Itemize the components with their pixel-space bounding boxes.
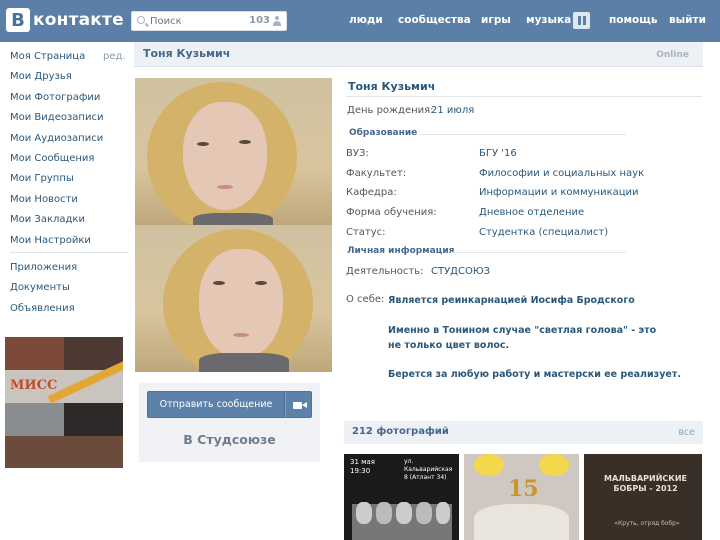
- study-form-value[interactable]: Дневное отделение: [479, 207, 584, 218]
- photo-frame-bottom: [135, 225, 332, 372]
- nav-games[interactable]: игры: [481, 14, 511, 26]
- ad-text: МИСС: [10, 378, 58, 393]
- video-call-button[interactable]: [285, 391, 312, 418]
- photo-thumb[interactable]: 15: [464, 454, 579, 540]
- about-line: Берется за любую работу и мастерски ее р…: [388, 369, 681, 380]
- about-line: Именно в Тонином случае "светлая голова"…: [388, 325, 657, 351]
- faculty-value[interactable]: Философии и социальных наук: [479, 168, 644, 179]
- photo-thumb[interactable]: МАЛЬВАРИЙСКИЕ БОБРЫ - 2012 «Круть, отряд…: [584, 454, 702, 540]
- vk-logo-text: контакте: [33, 10, 124, 30]
- menu-news[interactable]: Мои Новости: [10, 194, 78, 205]
- profile-photo[interactable]: [135, 78, 332, 372]
- personal-info-heading: Личная информация: [347, 246, 455, 256]
- divider: [452, 252, 626, 253]
- photo-frame-top: [135, 78, 332, 225]
- department-label: Кафедра:: [346, 187, 397, 198]
- profile-full-name: Тоня Кузьмич: [348, 80, 436, 93]
- menu-settings[interactable]: Мои Настройки: [10, 235, 91, 246]
- university-value[interactable]: БГУ '16: [479, 148, 517, 159]
- photos-all-link[interactable]: все: [678, 427, 695, 438]
- thumb-caption: «Круть, отряд бобр»: [614, 520, 680, 527]
- thumb-caption: 31 мая 19:30: [350, 458, 375, 475]
- nav-help[interactable]: помощь: [609, 14, 658, 26]
- top-bar: В контакте 103 люди сообщества игры музы…: [0, 0, 720, 42]
- vk-logo-icon: В: [6, 8, 30, 32]
- photo-thumb[interactable]: 31 мая 19:30 ул. Кальварийская 8 (Атлант…: [344, 454, 459, 540]
- photos-header[interactable]: 212 фотографий все: [344, 421, 703, 444]
- education-heading: Образование: [349, 128, 418, 138]
- faculty-label: Факультет:: [346, 168, 407, 179]
- search-box[interactable]: 103: [131, 11, 287, 31]
- menu-apps[interactable]: Приложения: [10, 262, 77, 273]
- menu-friends[interactable]: Мои Друзья: [10, 71, 72, 82]
- people-icon: [273, 16, 281, 26]
- nav-logout[interactable]: выйти: [669, 14, 706, 26]
- menu-divider: [10, 252, 128, 253]
- divider: [420, 134, 626, 135]
- menu-audio[interactable]: Мои Аудиозаписи: [10, 133, 103, 144]
- pause-icon[interactable]: [573, 12, 590, 29]
- camera-icon: [293, 402, 302, 409]
- search-input[interactable]: [150, 14, 240, 28]
- vk-logo[interactable]: В контакте: [6, 8, 124, 32]
- menu-messages[interactable]: Мои Сообщения: [10, 153, 94, 164]
- study-form-label: Форма обучения:: [346, 207, 437, 218]
- thumb-caption: ул. Кальварийская 8 (Атлант 34): [404, 458, 453, 481]
- divider: [346, 96, 702, 97]
- header-name: Тоня Кузьмич: [143, 47, 231, 60]
- about-line: Является реинкарнацией Иосифа Бродского: [388, 295, 635, 306]
- university-label: ВУЗ:: [346, 148, 369, 159]
- online-status: Online: [656, 50, 689, 60]
- birthday-label: День рождения:: [347, 105, 434, 116]
- menu-ads[interactable]: Объявления: [10, 303, 75, 314]
- about-label: О себе:: [346, 294, 385, 305]
- birthday-value[interactable]: 21 июля: [431, 105, 474, 116]
- thumb-caption: МАЛЬВАРИЙСКИЕ БОБРЫ - 2012: [603, 474, 687, 493]
- menu-photos[interactable]: Мои Фотографии: [10, 92, 100, 103]
- thumb-caption: 15: [508, 476, 539, 502]
- send-message-box: Отправить сообщение В Студсоюзе: [139, 383, 320, 462]
- search-icon: [137, 16, 145, 24]
- menu-my-page[interactable]: Моя Страница: [10, 51, 85, 62]
- profile-header: Тоня Кузьмич Online: [134, 42, 703, 67]
- activity-label: Деятельность:: [346, 266, 424, 277]
- ad-banner[interactable]: МИСС: [5, 337, 123, 468]
- status-value[interactable]: Студентка (специалист): [479, 227, 608, 238]
- nav-people[interactable]: люди: [349, 14, 383, 26]
- menu-videos[interactable]: Мои Видеозаписи: [10, 112, 103, 123]
- photos-title: 212 фотографий: [352, 426, 449, 437]
- send-message-button[interactable]: Отправить сообщение: [147, 391, 285, 418]
- in-studsoyuz-label: В Студсоюзе: [183, 432, 276, 447]
- status-label: Статус:: [346, 227, 386, 238]
- online-count: 103: [249, 15, 270, 26]
- nav-communities[interactable]: сообщества: [398, 14, 471, 26]
- activity-value[interactable]: СТУДСОЮЗ: [431, 266, 490, 277]
- department-value[interactable]: Информации и коммуникации: [479, 187, 639, 198]
- nav-music[interactable]: музыка: [526, 14, 571, 26]
- menu-documents[interactable]: Документы: [10, 282, 70, 293]
- menu-edit-link[interactable]: ред.: [103, 51, 126, 62]
- menu-bookmarks[interactable]: Мои Закладки: [10, 214, 85, 225]
- menu-groups[interactable]: Мои Группы: [10, 173, 74, 184]
